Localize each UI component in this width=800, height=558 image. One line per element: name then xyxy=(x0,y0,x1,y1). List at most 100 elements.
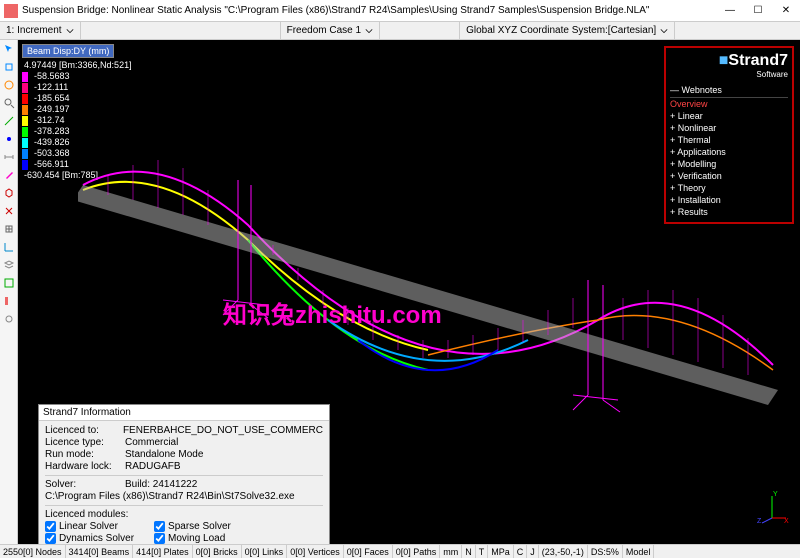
tool-line[interactable] xyxy=(0,112,18,130)
tool-point[interactable] xyxy=(0,130,18,148)
close-button[interactable]: ✕ xyxy=(772,1,800,21)
chevron-down-icon xyxy=(365,27,373,35)
lic-type-value: Commercial xyxy=(125,437,178,448)
legend-title: Beam Disp:DY (mm) xyxy=(22,44,114,58)
status-plates[interactable]: 414[0] Plates xyxy=(133,545,193,558)
module-checkbox[interactable]: Sparse Solver xyxy=(154,521,231,532)
nav-item[interactable]: Applications xyxy=(670,146,788,158)
checkbox-icon[interactable] xyxy=(45,521,56,532)
coord-dropdown[interactable]: Global XYZ Coordinate System:[Cartesian] xyxy=(460,22,675,39)
solver-build: Build: 24141222 xyxy=(125,479,197,490)
status-model[interactable]: Model xyxy=(623,545,655,558)
nav-item[interactable]: Results xyxy=(670,206,788,218)
module-checkbox[interactable]: Moving Load xyxy=(154,533,231,544)
nav-item[interactable]: Nonlinear xyxy=(670,122,788,134)
checkbox-icon[interactable] xyxy=(154,521,165,532)
status-unit-n[interactable]: N xyxy=(462,545,476,558)
run-label: Run mode: xyxy=(45,449,125,460)
status-vertices[interactable]: 0[0] Vertices xyxy=(287,545,344,558)
tool-rotate[interactable] xyxy=(0,76,18,94)
legend-row: -312.74 xyxy=(22,115,134,126)
legend-row: -185.654 xyxy=(22,93,134,104)
tool-measure[interactable] xyxy=(0,148,18,166)
svg-text:X: X xyxy=(784,518,789,524)
nav-overview[interactable]: Overview xyxy=(670,98,788,110)
status-paths[interactable]: 0[0] Paths xyxy=(393,545,441,558)
left-toolbar xyxy=(0,40,18,544)
nav-item[interactable]: Verification xyxy=(670,170,788,182)
tool-settings[interactable] xyxy=(0,310,18,328)
nav-item[interactable]: Theory xyxy=(670,182,788,194)
module-checkbox[interactable]: Linear Solver xyxy=(45,521,134,532)
status-beams[interactable]: 3414[0] Beams xyxy=(66,545,134,558)
solver-path: C:\Program Files (x86)\Strand7 R24\Bin\S… xyxy=(45,491,295,502)
brand-logo: ■Strand7 xyxy=(670,52,788,70)
nav-item[interactable]: Installation xyxy=(670,194,788,206)
tool-cube[interactable] xyxy=(0,184,18,202)
freedom-dropdown[interactable]: Freedom Case 1 xyxy=(281,22,380,39)
nav-item[interactable]: Linear xyxy=(670,110,788,122)
status-bricks[interactable]: 0[0] Bricks xyxy=(193,545,242,558)
status-links[interactable]: 0[0] Links xyxy=(242,545,288,558)
tool-properties[interactable] xyxy=(0,292,18,310)
freedom-label: Freedom Case 1 xyxy=(287,25,361,36)
status-bar: 2550[0] Nodes 3414[0] Beams 414[0] Plate… xyxy=(0,544,800,558)
titlebar: Suspension Bridge: Nonlinear Static Anal… xyxy=(0,0,800,22)
lic-to-label: Licenced to: xyxy=(45,425,123,436)
tool-edit[interactable] xyxy=(0,166,18,184)
axis-gizmo[interactable]: Y X Z xyxy=(754,488,790,524)
hw-value: RADUGAFB xyxy=(125,461,181,472)
svg-text:Z: Z xyxy=(757,518,762,524)
brand-suffix: Software xyxy=(670,70,788,79)
tool-select[interactable] xyxy=(0,40,18,58)
increment-dropdown[interactable]: 1: Increment xyxy=(0,22,81,39)
module-checkbox[interactable]: Dynamics Solver xyxy=(45,533,134,544)
status-faces[interactable]: 0[0] Faces xyxy=(344,545,393,558)
webnotes-header: — Webnotes xyxy=(670,83,788,98)
dialog-title: Strand7 Information xyxy=(39,405,329,421)
status-unit-t[interactable]: T xyxy=(476,545,489,558)
coord-label: Global XYZ Coordinate System:[Cartesian] xyxy=(466,25,656,36)
status-unit-c[interactable]: C xyxy=(514,545,528,558)
solver-label: Solver: xyxy=(45,479,125,490)
status-unit-mm[interactable]: mm xyxy=(440,545,462,558)
top-toolbar: 1: Increment Freedom Case 1 Global XYZ C… xyxy=(0,22,800,40)
tool-pan[interactable] xyxy=(0,58,18,76)
hw-label: Hardware lock: xyxy=(45,461,125,472)
chevron-down-icon xyxy=(660,27,668,35)
tool-grid[interactable] xyxy=(0,220,18,238)
tool-zoom[interactable] xyxy=(0,94,18,112)
svg-text:Y: Y xyxy=(773,491,778,498)
nav-item[interactable]: Modelling xyxy=(670,158,788,170)
minimize-button[interactable]: — xyxy=(716,1,744,21)
tool-delete[interactable] xyxy=(0,202,18,220)
run-value: Standalone Mode xyxy=(125,449,203,460)
mods-label: Licenced modules: xyxy=(45,509,128,520)
status-unit-j[interactable]: J xyxy=(527,545,539,558)
legend-row: -249.197 xyxy=(22,104,134,115)
tool-axis[interactable] xyxy=(0,238,18,256)
app-icon xyxy=(4,4,18,18)
legend-row: -122.111 xyxy=(22,82,134,93)
viewport-3d[interactable]: Beam Disp:DY (mm) 4.97449 [Bm:3366,Nd:52… xyxy=(18,40,800,544)
window-title: Suspension Bridge: Nonlinear Static Anal… xyxy=(22,5,716,16)
lic-to-value: FENERBAHCE_DO_NOT_USE_COMMERC xyxy=(123,425,323,436)
info-dialog: Strand7 Information Licenced to:FENERBAH… xyxy=(38,404,330,544)
lic-type-label: Licence type: xyxy=(45,437,125,448)
chevron-down-icon xyxy=(66,27,74,35)
status-unit-mpa[interactable]: MPa xyxy=(488,545,514,558)
legend-max: 4.97449 [Bm:3366,Nd:521] xyxy=(22,60,134,70)
increment-label: 1: Increment xyxy=(6,25,62,36)
maximize-button[interactable]: ☐ xyxy=(744,1,772,21)
legend-row: -378.283 xyxy=(22,126,134,137)
checkbox-icon[interactable] xyxy=(45,533,56,544)
status-ds[interactable]: DS:5% xyxy=(588,545,623,558)
checkbox-icon[interactable] xyxy=(154,533,165,544)
brand-panel: ■Strand7 Software — Webnotes Overview Li… xyxy=(664,46,794,224)
tool-layer[interactable] xyxy=(0,256,18,274)
tool-mesh[interactable] xyxy=(0,274,18,292)
nav-item[interactable]: Thermal xyxy=(670,134,788,146)
status-nodes[interactable]: 2550[0] Nodes xyxy=(0,545,66,558)
legend-row: -58.5683 xyxy=(22,71,134,82)
status-coords[interactable]: (23,-50,-1) xyxy=(539,545,588,558)
